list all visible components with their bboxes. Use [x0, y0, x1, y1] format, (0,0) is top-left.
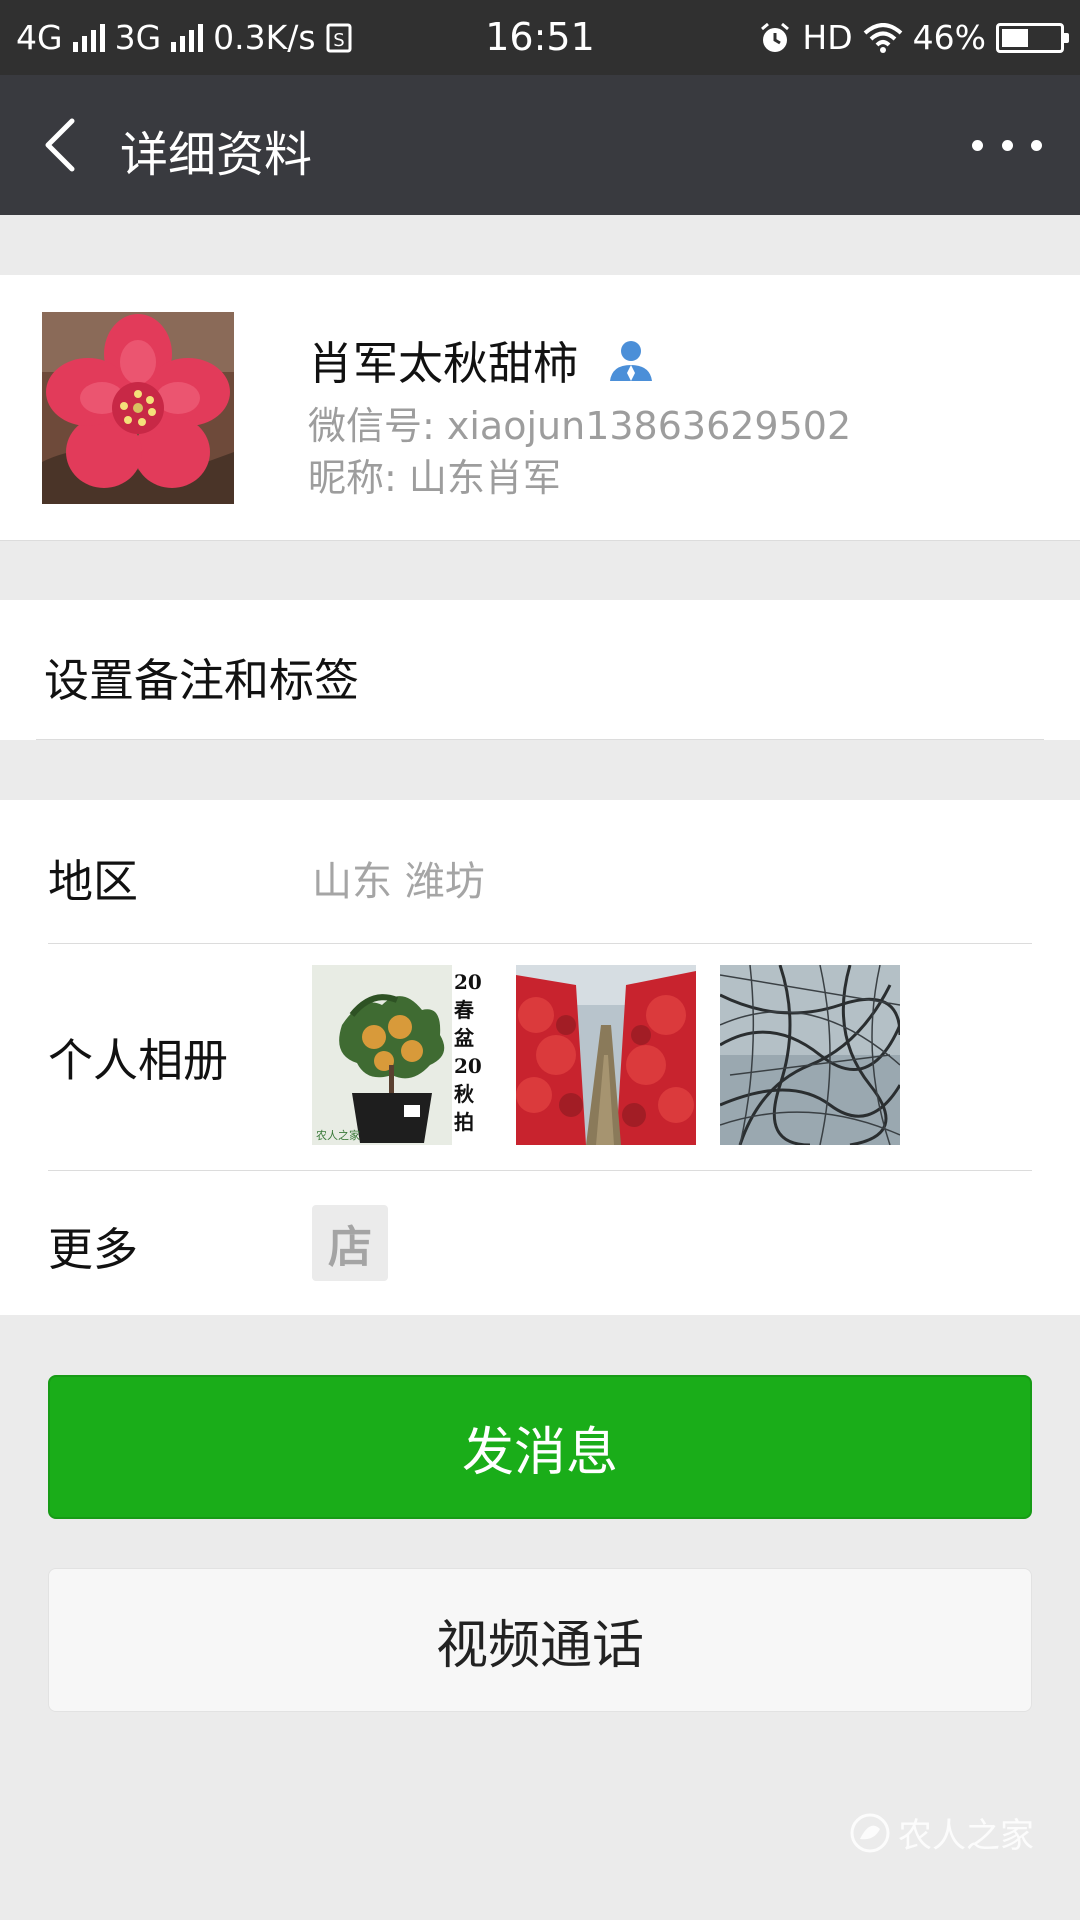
album-photo[interactable]: 20 春 盆 20 秋 拍 农人之家: [312, 965, 492, 1145]
back-button[interactable]: [30, 113, 90, 177]
shop-icon[interactable]: 店: [312, 1205, 388, 1281]
hd-indicator: HD: [802, 18, 853, 57]
more-label: 更多: [48, 1223, 139, 1276]
user-icon: [608, 337, 654, 383]
page-title: 详细资料: [120, 127, 313, 183]
battery-percent: 46%: [912, 18, 986, 57]
status-right: HD 46%: [758, 18, 1069, 57]
contact-name: 肖军太秋甜柿: [308, 337, 579, 390]
nav-bar: 详细资料: [0, 75, 1080, 215]
album-photo-text: 盆: [454, 1026, 475, 1050]
details-section: 地区 山东 潍坊 个人相册 20 春 盆 20 秋 拍 农人之家 更多 店: [0, 800, 1080, 1315]
wechat-id: 微信号: xiaojun13863629502: [308, 404, 852, 448]
region-value: 山东 潍坊: [312, 859, 485, 905]
divider: [36, 739, 1044, 740]
region-label: 地区: [48, 855, 139, 908]
album-label: 个人相册: [48, 1034, 229, 1087]
region-row: 地区 山东 潍坊: [0, 800, 1080, 943]
album-photo-text: 20: [454, 970, 482, 994]
chevron-left-icon: [45, 118, 75, 172]
more-row[interactable]: 更多: [0, 1171, 1080, 1315]
album-photo[interactable]: [516, 965, 696, 1145]
video-call-button[interactable]: 视频通话: [48, 1568, 1032, 1712]
battery-fill: [1002, 28, 1028, 47]
more-button[interactable]: [972, 123, 1042, 167]
more-dots-icon: [972, 139, 1042, 151]
profile-card: 肖军太秋甜柿 微信号: xiaojun13863629502 昵称: 山东肖军: [0, 275, 1080, 541]
contact-name-row: 肖军太秋甜柿: [308, 327, 654, 392]
album-photo-text: 拍: [454, 1110, 474, 1134]
remark-tag-row[interactable]: 设置备注和标签: [0, 600, 1080, 740]
album-photo-caption: 农人之家: [316, 1128, 360, 1142]
watermark-text: 农人之家: [898, 1816, 1034, 1856]
watermark: 农人之家: [848, 1808, 1034, 1857]
album-photo-text: 20: [454, 1054, 482, 1078]
remark-tag-label: 设置备注和标签: [44, 654, 360, 707]
nickname: 昵称: 山东肖军: [308, 456, 561, 500]
contact-detail-page: 4G 3G 0.3K/s S 16:51 HD 46% 详细资料 肖军太秋甜柿 …: [0, 0, 1080, 1920]
alarm-icon: [758, 21, 792, 55]
album-photo-text: 秋: [454, 1082, 475, 1106]
watermark-logo-icon: [850, 1813, 890, 1852]
wifi-icon: [863, 22, 903, 53]
album-photo-text: 春: [453, 998, 475, 1022]
avatar[interactable]: [42, 312, 234, 504]
battery-icon: [996, 22, 1069, 53]
status-bar: 4G 3G 0.3K/s S 16:51 HD 46%: [0, 0, 1080, 75]
album-photo[interactable]: [720, 965, 900, 1145]
send-message-button[interactable]: 发消息: [48, 1375, 1032, 1519]
